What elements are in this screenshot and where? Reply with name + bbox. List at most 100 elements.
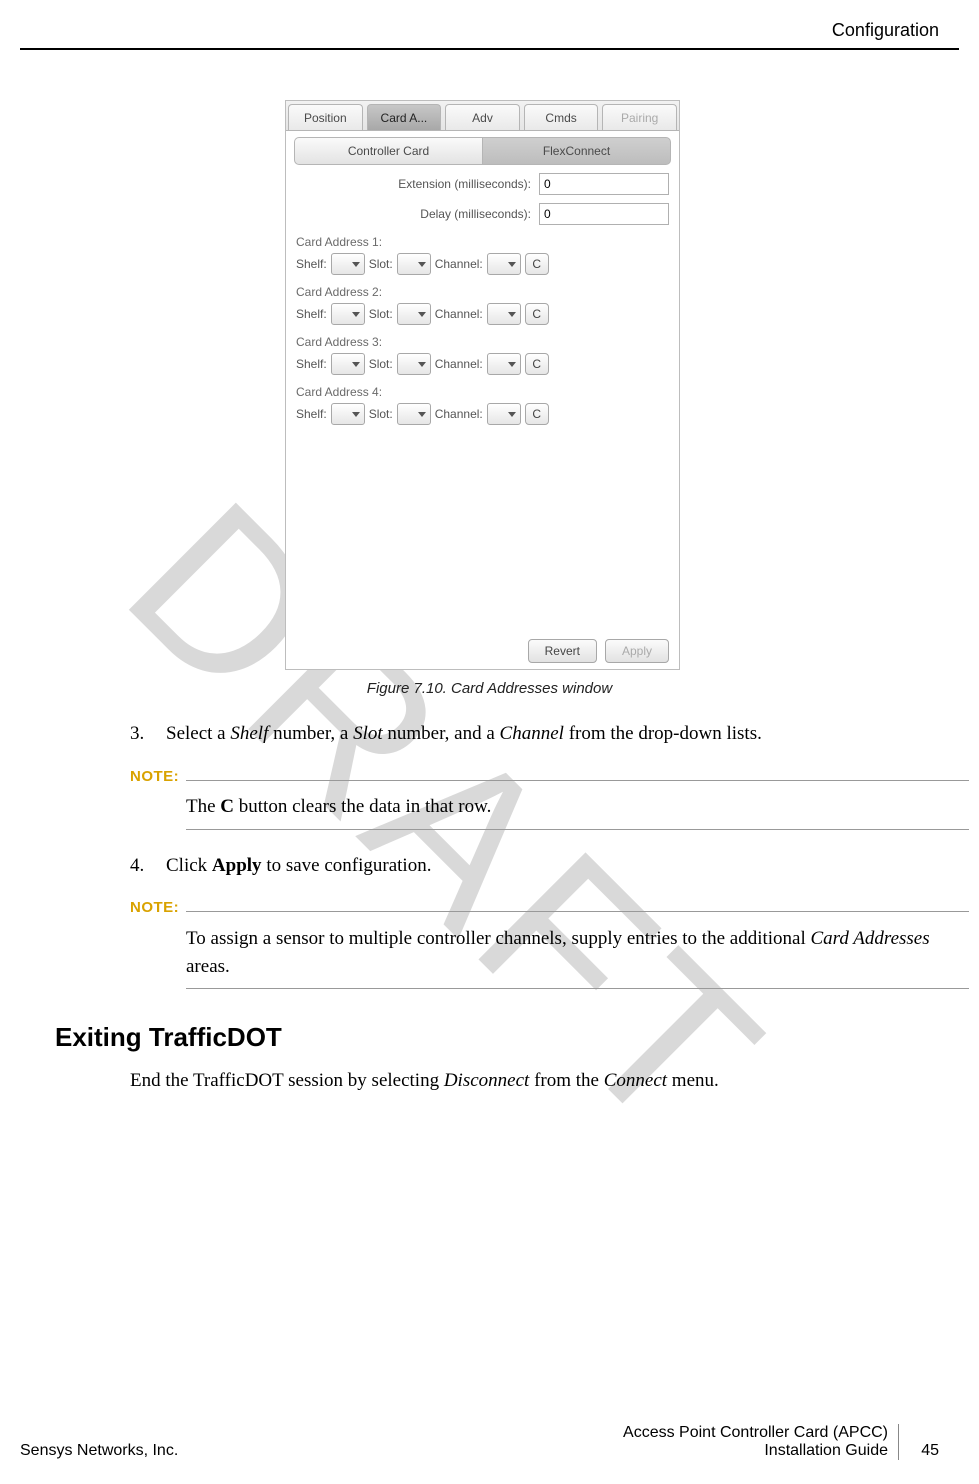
card-address-3-title: Card Address 3:	[296, 335, 669, 349]
step-4: 4. Click Apply to save configuration.	[130, 852, 979, 880]
slot-dropdown[interactable]	[397, 303, 431, 325]
clear-button[interactable]: C	[525, 403, 549, 425]
card-address-4-title: Card Address 4:	[296, 385, 669, 399]
chevron-down-icon	[352, 312, 360, 317]
text: number, a	[268, 723, 353, 744]
tab-cmds[interactable]: Cmds	[524, 104, 599, 130]
shelf-label: Shelf:	[296, 257, 327, 271]
note-label: NOTE:	[130, 897, 186, 919]
subtab-flexconnect[interactable]: FlexConnect	[482, 137, 671, 165]
text: areas.	[186, 956, 230, 977]
rule	[186, 780, 969, 781]
step-3: 3. Select a Shelf number, a Slot number,…	[130, 720, 979, 748]
text: to save configuration.	[262, 855, 432, 876]
channel-dropdown[interactable]	[487, 253, 521, 275]
rule	[186, 988, 969, 989]
chevron-down-icon	[508, 412, 516, 417]
extension-input[interactable]	[539, 173, 669, 195]
slot-dropdown[interactable]	[397, 253, 431, 275]
shelf-dropdown[interactable]	[331, 253, 365, 275]
chevron-down-icon	[508, 312, 516, 317]
step-number: 3.	[130, 720, 166, 748]
step-number: 4.	[130, 852, 166, 880]
text-italic: Connect	[604, 1070, 667, 1091]
channel-label: Channel:	[435, 257, 483, 271]
delay-input[interactable]	[539, 203, 669, 225]
footer-doc-title-1: Access Point Controller Card (APCC)	[623, 1424, 888, 1442]
channel-dropdown[interactable]	[487, 403, 521, 425]
header-section: Configuration	[832, 20, 939, 41]
card-addresses-window: Position Card A... Adv Cmds Pairing Cont…	[285, 100, 680, 670]
card-address-1-title: Card Address 1:	[296, 235, 669, 249]
text: To assign a sensor to multiple controlle…	[186, 928, 811, 949]
figure-caption: Figure 7.10. Card Addresses window	[0, 680, 979, 697]
text-bold: Apply	[212, 855, 262, 876]
channel-dropdown[interactable]	[487, 353, 521, 375]
shelf-label: Shelf:	[296, 307, 327, 321]
slot-label: Slot:	[369, 357, 393, 371]
chevron-down-icon	[508, 362, 516, 367]
text: Click	[166, 855, 212, 876]
slot-dropdown[interactable]	[397, 403, 431, 425]
text-italic: Shelf	[230, 723, 268, 744]
chevron-down-icon	[418, 312, 426, 317]
shelf-label: Shelf:	[296, 407, 327, 421]
channel-label: Channel:	[435, 357, 483, 371]
clear-button[interactable]: C	[525, 303, 549, 325]
rule	[186, 911, 969, 912]
slot-label: Slot:	[369, 257, 393, 271]
text-italic: Channel	[500, 723, 564, 744]
clear-button[interactable]: C	[525, 353, 549, 375]
revert-button[interactable]: Revert	[528, 639, 597, 663]
text: The	[186, 796, 220, 817]
note-block: NOTE: To assign a sensor to multiple con…	[130, 897, 979, 989]
text-bold: C	[220, 796, 234, 817]
section-paragraph: End the TrafficDOT session by selecting …	[130, 1067, 979, 1095]
page-footer: Sensys Networks, Inc. Access Point Contr…	[20, 1424, 939, 1460]
footer-company: Sensys Networks, Inc.	[20, 1442, 623, 1460]
note-block: NOTE: The C button clears the data in th…	[130, 766, 979, 830]
text: button clears the data in that row.	[234, 796, 491, 817]
note-label: NOTE:	[130, 766, 186, 788]
rule	[186, 829, 969, 830]
shelf-dropdown[interactable]	[331, 403, 365, 425]
tab-pairing: Pairing	[602, 104, 677, 130]
subtab-row: Controller Card FlexConnect	[294, 137, 671, 165]
text: from the drop-down lists.	[564, 723, 762, 744]
chevron-down-icon	[352, 412, 360, 417]
shelf-label: Shelf:	[296, 357, 327, 371]
text: from the	[529, 1070, 603, 1091]
channel-label: Channel:	[435, 307, 483, 321]
subtab-controller-card[interactable]: Controller Card	[294, 137, 482, 165]
chevron-down-icon	[418, 412, 426, 417]
tab-card-a[interactable]: Card A...	[367, 104, 442, 130]
text-italic: Disconnect	[444, 1070, 529, 1091]
chevron-down-icon	[352, 262, 360, 267]
slot-label: Slot:	[369, 307, 393, 321]
channel-label: Channel:	[435, 407, 483, 421]
tab-position[interactable]: Position	[288, 104, 363, 130]
channel-dropdown[interactable]	[487, 303, 521, 325]
header-rule	[20, 48, 959, 50]
chevron-down-icon	[418, 362, 426, 367]
chevron-down-icon	[508, 262, 516, 267]
slot-label: Slot:	[369, 407, 393, 421]
delay-label: Delay (milliseconds):	[296, 207, 539, 221]
page-number: 45	[899, 1442, 939, 1460]
text-italic: Card Addresses	[811, 928, 930, 949]
slot-dropdown[interactable]	[397, 353, 431, 375]
text-italic: Slot	[353, 723, 383, 744]
clear-button[interactable]: C	[525, 253, 549, 275]
text: number, and a	[383, 723, 500, 744]
text: End the TrafficDOT session by selecting	[130, 1070, 444, 1091]
chevron-down-icon	[418, 262, 426, 267]
text: Select a	[166, 723, 230, 744]
tab-adv[interactable]: Adv	[445, 104, 520, 130]
footer-doc-title-2: Installation Guide	[623, 1442, 888, 1460]
text: menu.	[667, 1070, 719, 1091]
extension-label: Extension (milliseconds):	[296, 177, 539, 191]
apply-button[interactable]: Apply	[605, 639, 669, 663]
shelf-dropdown[interactable]	[331, 303, 365, 325]
shelf-dropdown[interactable]	[331, 353, 365, 375]
card-address-2-title: Card Address 2:	[296, 285, 669, 299]
